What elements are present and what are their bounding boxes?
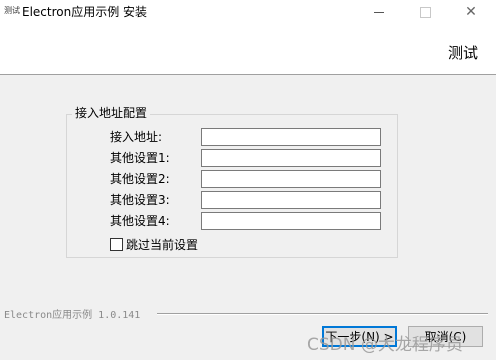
version-label: Electron应用示例 1.0.141 [4,310,141,321]
other-setting-2-input[interactable] [201,170,381,188]
window-title: Electron应用示例 安装 [22,5,148,19]
maximize-button[interactable] [402,0,448,24]
other-setting-4-label: 其他设置4: [110,214,170,228]
access-address-input[interactable] [201,128,381,146]
skip-setting-row[interactable]: 跳过当前设置 [110,236,198,253]
footer-divider [157,313,488,315]
other-setting-2-label: 其他设置2: [110,172,170,186]
other-setting-3-label: 其他设置3: [110,193,170,207]
watermark: CSDN @大龙程序员 [307,335,463,355]
close-button[interactable]: ✕ [448,0,494,24]
app-icon: 测试 [4,6,20,15]
skip-setting-label: 跳过当前设置 [126,238,199,252]
group-legend: 接入地址配置 [72,106,151,120]
minimize-button[interactable] [356,0,402,24]
other-setting-3-input[interactable] [201,191,381,209]
title-bar: 测试 Electron应用示例 安装 ✕ [0,0,496,24]
minimize-icon [374,11,384,13]
access-address-label: 接入地址: [110,130,163,144]
wizard-header: 测试 [0,24,496,75]
header-title: 测试 [447,44,478,62]
other-setting-4-input[interactable] [201,212,381,230]
skip-setting-checkbox[interactable] [110,238,123,251]
other-setting-1-input[interactable] [201,149,381,167]
close-icon: ✕ [465,4,477,20]
maximize-icon [419,6,431,18]
other-setting-1-label: 其他设置1: [110,151,170,165]
